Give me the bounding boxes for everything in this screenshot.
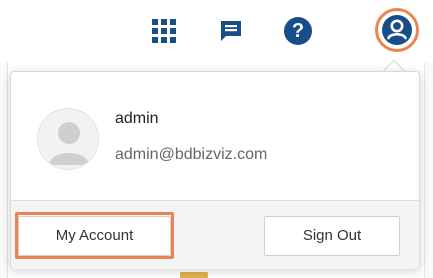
user-avatar-icon <box>49 122 89 165</box>
dropdown-footer: My Account Sign Out <box>11 201 419 269</box>
profile-username: admin <box>115 110 159 127</box>
user-menu-highlight <box>375 8 419 52</box>
user-avatar <box>37 108 99 170</box>
profile-info: admin admin@bdbizviz.com <box>11 72 419 192</box>
help-icon: ? <box>284 17 312 45</box>
sign-out-button[interactable]: Sign Out <box>264 216 400 256</box>
apps-grid-icon <box>152 19 176 43</box>
apps-button[interactable] <box>143 10 185 52</box>
top-toolbar: ? <box>0 0 433 62</box>
help-button[interactable]: ? <box>277 10 319 52</box>
profile-dropdown: admin admin@bdbizviz.com My Account Sign… <box>10 71 420 269</box>
background-page-left <box>0 62 8 278</box>
profile-email: admin@bdbizviz.com <box>115 146 268 163</box>
user-circle-icon <box>382 15 412 45</box>
my-account-button[interactable]: My Account <box>18 216 171 256</box>
chat-icon <box>221 21 241 41</box>
messages-button[interactable] <box>210 10 252 52</box>
user-menu-button[interactable] <box>372 5 422 55</box>
background-page-right <box>424 62 433 278</box>
background-page-accent <box>180 272 208 278</box>
